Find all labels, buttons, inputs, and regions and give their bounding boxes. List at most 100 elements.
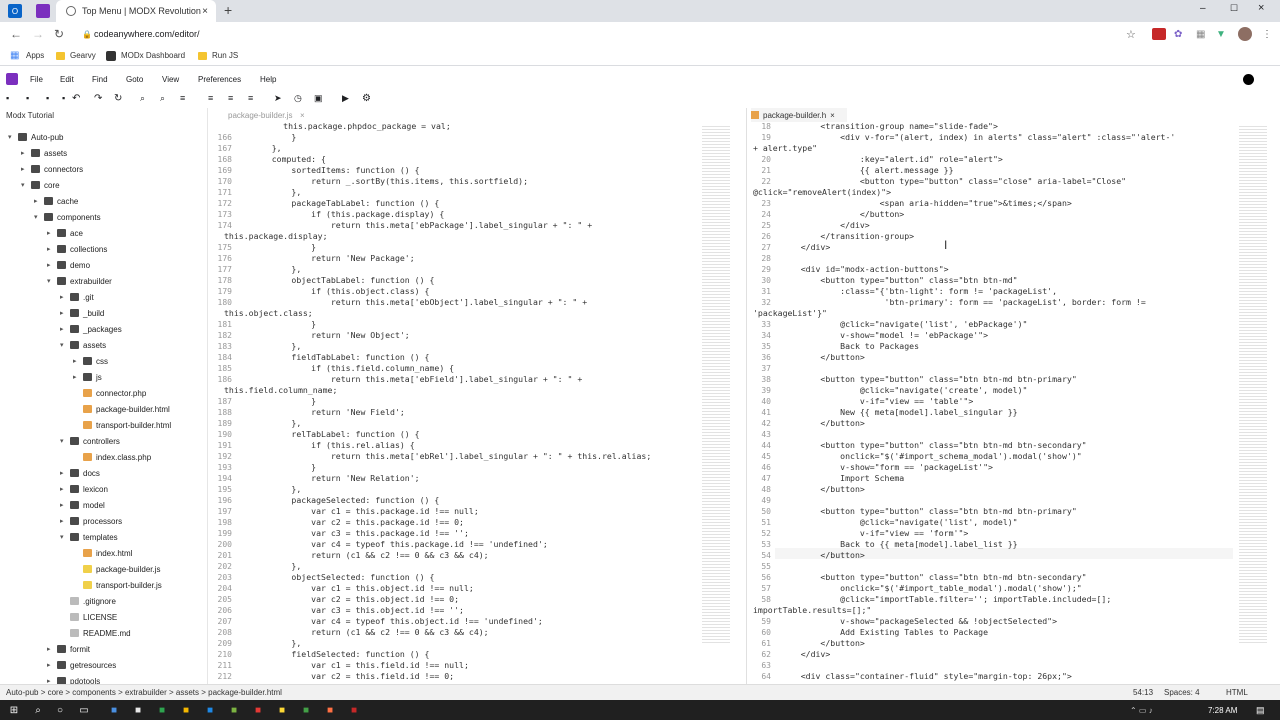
reload-icon[interactable]: ↻ (54, 27, 64, 41)
tree-item[interactable]: ▾ Auto-pub (8, 129, 63, 145)
chevron-right-icon[interactable]: ▸ (47, 677, 57, 684)
tab-close-icon[interactable]: × (830, 111, 835, 120)
chevron-down-icon[interactable]: ▾ (34, 213, 44, 221)
tree-item[interactable]: ▾ components (34, 209, 101, 225)
chevron-down-icon[interactable]: ▾ (47, 277, 57, 285)
tree-item[interactable]: connector.php (73, 385, 146, 401)
cortana-icon[interactable]: ○ (50, 700, 70, 720)
tree-item[interactable]: ▸ ace (47, 225, 83, 241)
tree-item[interactable]: ▾ core (21, 177, 60, 193)
tree-item[interactable]: ▾ assets (60, 337, 106, 353)
profile-avatar[interactable] (1238, 27, 1252, 41)
url-text[interactable]: codeanywhere.com/editor/ (94, 29, 200, 39)
send-icon[interactable]: ➤ (274, 93, 282, 104)
menu-file[interactable]: File (30, 75, 43, 84)
tree-item[interactable]: ▸ cache (34, 193, 78, 209)
taskbar-app-icon[interactable]: ■ (344, 700, 364, 720)
tree-item[interactable]: ▾ controllers (60, 433, 120, 449)
tree-item[interactable]: ▸ model (60, 497, 105, 513)
chevron-right-icon[interactable]: ▸ (60, 325, 70, 333)
chevron-right-icon[interactable]: ▸ (73, 373, 83, 381)
editor-left[interactable]: package-builder.js × this.package.phpdoc… (208, 108, 746, 684)
apps-grid-icon[interactable]: ▦ (10, 50, 19, 61)
tree-item[interactable]: ▸ getresources (47, 657, 116, 673)
forward-icon[interactable]: → (32, 27, 44, 41)
tree-item[interactable]: transport-builder.js (73, 577, 162, 593)
save-all-icon[interactable]: ▪ (46, 93, 49, 103)
extension-icon-vue[interactable]: ▼ (1216, 29, 1226, 40)
account-icon[interactable] (1243, 73, 1254, 85)
chevron-down-icon[interactable]: ▾ (60, 437, 70, 445)
tree-item[interactable]: ▸ connectors (21, 161, 83, 177)
indent-setting[interactable]: Spaces: 4 (1164, 688, 1200, 697)
tree-item[interactable]: ▸ _packages (60, 321, 122, 337)
bookmark-run-js[interactable]: Run JS (212, 51, 238, 60)
tree-item[interactable]: ▸ pdotools (47, 673, 100, 684)
tab-close-icon[interactable]: × (202, 6, 208, 17)
redo-icon[interactable]: ↷ (94, 93, 102, 104)
bookmark-gearvy[interactable]: Gearvy (70, 51, 96, 60)
run-icon[interactable]: ▶ (342, 93, 349, 104)
tree-item[interactable]: ▸ processors (60, 513, 122, 529)
editor-tab-right[interactable]: package-builder.h × (751, 108, 847, 122)
minimap-right[interactable] (1239, 124, 1267, 644)
menu-find[interactable]: Find (92, 75, 108, 84)
taskbar-app-icon[interactable]: ■ (176, 700, 196, 720)
tree-item[interactable]: ▾ templates (60, 529, 118, 545)
taskbar-app-icon[interactable]: ■ (224, 700, 244, 720)
history-icon[interactable]: ◷ (294, 93, 302, 104)
chevron-right-icon[interactable]: ▸ (47, 245, 57, 253)
tree-item[interactable]: ▸ demo (47, 257, 90, 273)
taskbar-app-icon[interactable]: ■ (320, 700, 340, 720)
editor-tab-left[interactable]: package-builder.js × (228, 108, 308, 122)
tree-item[interactable]: package-builder.js (73, 561, 160, 577)
extension-icon-apps[interactable]: ▦ (1196, 29, 1205, 40)
language-mode[interactable]: HTML (1226, 688, 1248, 697)
chevron-down-icon[interactable]: ▾ (21, 181, 31, 189)
window-maximize-icon[interactable]: ☐ (1230, 3, 1238, 14)
chevron-right-icon[interactable]: ▸ (60, 501, 70, 509)
undo-icon[interactable]: ↶ (72, 93, 80, 104)
tree-item[interactable]: package-builder.html (73, 401, 170, 417)
window-minimize-icon[interactable]: – (1200, 3, 1206, 14)
windows-start-icon[interactable]: ⊞ (4, 700, 24, 720)
tree-item[interactable]: ▸ docs (60, 465, 100, 481)
chevron-right-icon[interactable]: ▸ (60, 517, 70, 525)
chevron-right-icon[interactable]: ▸ (47, 645, 57, 653)
tree-item[interactable]: ▸ .git (60, 289, 94, 305)
tree-item[interactable]: .gitignore (60, 593, 116, 609)
chevron-right-icon[interactable]: ▸ (47, 229, 57, 237)
chevron-down-icon[interactable]: ▾ (8, 133, 18, 141)
taskbar-app-icon[interactable]: ■ (200, 700, 220, 720)
chevron-right-icon[interactable]: ▸ (47, 261, 57, 269)
bookmark-modx-dashboard[interactable]: MODx Dashboard (121, 51, 185, 60)
bookmark-apps[interactable]: Apps (26, 51, 44, 60)
extension-icon-red[interactable] (1152, 28, 1166, 40)
settings-gear-icon[interactable]: ⚙ (362, 93, 371, 104)
new-tab-button[interactable]: + (224, 2, 232, 18)
search-icon[interactable]: ⌕ (140, 93, 145, 104)
wrap-icon[interactable]: ≡ (248, 93, 253, 103)
tree-item[interactable]: transport-builder.html (73, 417, 171, 433)
taskbar-app-icon[interactable]: ■ (296, 700, 316, 720)
clock[interactable]: 7:28 AM (1208, 706, 1237, 715)
tree-item[interactable]: ▸ _build (60, 305, 104, 321)
chevron-right-icon[interactable]: ▸ (60, 309, 70, 317)
taskbar-app-icon[interactable]: ■ (104, 700, 124, 720)
tree-item[interactable]: ▸ formit (47, 641, 90, 657)
cursor-position[interactable]: 54:13 (1133, 688, 1153, 697)
tree-item[interactable]: ▸ js (73, 369, 102, 385)
notification-icon[interactable]: ▤ (1256, 705, 1265, 716)
taskbar-app-icon[interactable]: ■ (152, 700, 172, 720)
star-icon[interactable]: ☆ (1126, 28, 1136, 41)
save-icon[interactable]: ▪ (26, 93, 29, 103)
indent-right-icon[interactable]: ≡ (228, 93, 233, 103)
window-close-icon[interactable]: × (1258, 2, 1264, 14)
tree-item[interactable]: ▾ extrabuilder (47, 273, 112, 289)
new-file-icon[interactable]: ▪ (6, 93, 9, 103)
back-icon[interactable]: ← (10, 27, 22, 41)
search-icon[interactable]: ⌕ (28, 700, 48, 720)
chevron-right-icon[interactable]: ▸ (34, 197, 44, 205)
menu-help[interactable]: Help (260, 75, 276, 84)
tree-item[interactable]: ▸ css (73, 353, 108, 369)
